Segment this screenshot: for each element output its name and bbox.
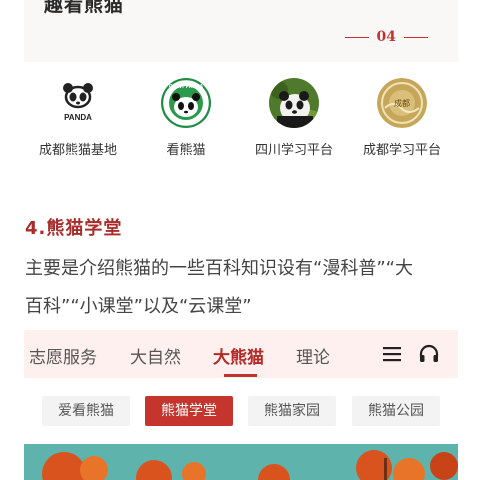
section-description: 主要是介绍熊猫的一些百科知识设有“漫科普”“大 百科”“小课堂”以及“云课堂” [25,252,461,328]
menu-icon[interactable] [382,344,402,364]
section-heading: 4.熊猫学堂 [25,218,123,239]
tab-giant-panda[interactable]: 大熊猫 [213,343,264,368]
app-label: 四川学习平台 [254,143,333,158]
gold-seal-logo-icon: 成都 [377,78,427,128]
app-label: 成都学习平台 [362,143,441,158]
app-chengdu-panda-base[interactable]: PANDA 成都熊猫基地 [24,76,132,158]
headphones-icon[interactable] [418,343,440,365]
card-number-text: 04 [376,29,396,45]
section-card: 趣看熊猫 04 [24,0,458,62]
divider-line [404,36,428,38]
logo-text: GIANT PANDA [169,84,204,90]
description-line: 主要是介绍熊猫的一些百科知识设有“漫科普”“大 [25,258,413,279]
card-title: 趣看熊猫 [44,0,125,16]
chip-panda-park[interactable]: 熊猫公园 [352,396,440,426]
logo-text: PANDA [64,113,92,122]
app-grid: PANDA 成都熊猫基地 GIANT PANDA 看熊猫 四川学习平台 成都 成… [24,76,458,166]
tab-nature[interactable]: 大自然 [130,343,181,368]
banner-image[interactable] [24,444,458,480]
tab-overflow-fade [356,330,458,378]
tab-volunteer-service[interactable]: 志愿服务 [29,343,97,368]
subcategory-chips: 爱看熊猫 熊猫学堂 熊猫家园 熊猫公园 [24,396,458,428]
app-chengdu-learning[interactable]: 成都 成都学习平台 [348,76,456,158]
app-watch-panda[interactable]: GIANT PANDA 看熊猫 [132,76,240,158]
app-label: 看熊猫 [166,143,206,158]
giant-panda-logo-icon: GIANT PANDA [161,78,211,128]
divider-line [344,36,369,38]
channel-tab-bar: 志愿服务 大自然 大熊猫 理论 党 [24,330,458,378]
chip-love-panda[interactable]: 爱看熊猫 [42,396,130,426]
panda-base-logo-icon: PANDA [53,78,103,128]
active-tab-indicator [224,374,257,377]
card-number: 04 [337,29,436,45]
tab-theory[interactable]: 理论 [296,343,330,368]
chip-panda-school[interactable]: 熊猫学堂 [145,396,233,426]
app-sichuan-learning[interactable]: 四川学习平台 [240,76,348,158]
panda-photo-icon [269,78,319,128]
description-line: 百科”“小课堂”以及“云课堂” [25,296,252,317]
app-label: 成都熊猫基地 [38,143,117,158]
logo-text: 成都 [394,98,410,108]
chip-panda-home[interactable]: 熊猫家园 [248,396,336,426]
